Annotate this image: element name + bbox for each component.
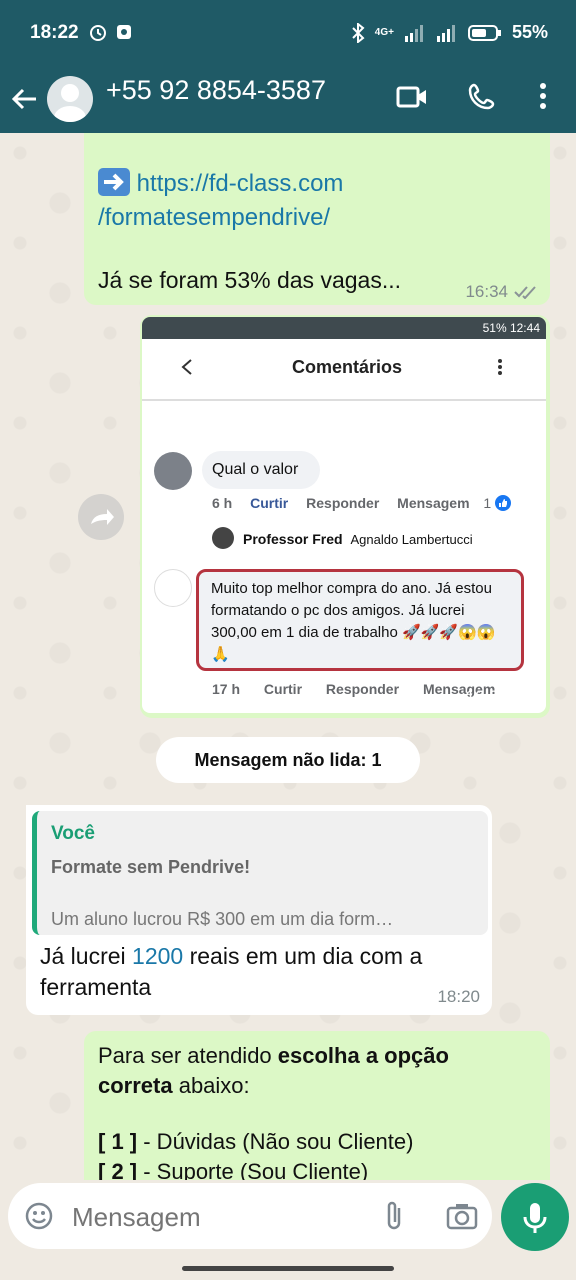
status-bar: 18:22 4G+ 55% [0,0,576,65]
image-meta: 16:34 [465,687,538,707]
forward-button[interactable] [78,494,124,540]
mic-icon [523,1203,547,1233]
right-arrow-emoji-icon [98,168,130,196]
option-number: [ 2 ] [98,1159,138,1180]
bluetooth-icon [352,22,365,43]
comment2-like: Curtir [263,681,303,697]
app-notification-icon [117,25,131,39]
text-part: Já lucrei [40,943,133,969]
comment-text: Qual o valor [212,461,299,478]
signal-icon [404,24,423,42]
message-text: Já se foram 53% das vagas... [98,267,401,293]
menu-intro-end: abaixo: [172,1073,250,1098]
signal-icon-2 [436,24,455,42]
quote-author: Você [51,823,96,844]
gesture-nav-bar[interactable] [182,1266,394,1271]
like-reaction-icon [495,495,512,511]
reply-author: Professor Fred [243,531,343,547]
chat-header: +55 92 8854-3587 [0,65,576,133]
option-text: - Suporte (Sou Cliente) [137,1159,369,1180]
comment-like: Curtir [250,495,289,511]
forward-icon [91,509,114,525]
video-call-icon[interactable] [396,85,428,109]
screenshot-status-right: 51% 12:44 [482,321,540,335]
link-line-2[interactable]: /formatesempendrive/ [98,204,330,231]
attach-icon[interactable] [383,1199,405,1233]
voice-call-icon[interactable] [468,82,496,110]
message-bubble-outgoing[interactable]: Para ser atendido escolha a opção corret… [84,1031,550,1180]
screenshot-appbar: Comentários [142,339,546,401]
network-type: 4G+ [374,27,394,38]
comment-age: 6 h [212,495,233,511]
status-time: 18:22 [30,22,79,43]
comment2-text: Muito top melhor compra do ano. Já estou… [211,580,496,663]
default-avatar-icon [54,84,86,122]
image-screenshot[interactable]: 51% 12:44 Comentários Qual o valor 6 h C… [142,317,546,713]
message-time: 16:34 [465,282,508,301]
menu-option-1: [ 1 ] - Dúvidas (Não sou Cliente) [98,1129,413,1155]
quote-preview: Um aluno lucrou R$ 300 em um dia form… [51,909,394,929]
message-input[interactable] [70,1197,374,1237]
message-meta: 16:34 [465,282,538,302]
comment2-actions: 17 h Curtir Responder Mensagem [212,681,495,697]
screenshot-status-bar: 51% 12:44 [142,317,546,339]
reply-header: Professor Fred Agnaldo Lambertucci [243,531,473,547]
message-time: 18:20 [437,987,480,1006]
quoted-message[interactable]: Você Formate sem Pendrive! Um aluno lucr… [32,811,488,935]
comment2-age: 17 h [212,681,241,697]
message-input-bar [8,1183,492,1249]
comment2-reply: Responder [325,681,400,697]
battery-level: 55% [511,22,548,42]
menu-intro: Para ser atendido [98,1043,278,1068]
alarm-icon [90,25,106,41]
reply-avatar [212,527,234,549]
chat-area[interactable]: https://fd-class.com /formatesempendrive… [0,133,576,1180]
read-checkmarks-icon [514,286,536,299]
message-bubble-incoming[interactable]: Você Formate sem Pendrive! Um aluno lucr… [26,805,492,1015]
image-time: 16:34 [465,687,508,706]
more-options-icon[interactable] [539,82,547,110]
option-number: [ 1 ] [98,1129,138,1154]
unread-divider: Mensagem não lida: 1 [156,737,420,783]
option-text: - Dúvidas (Não sou Cliente) [137,1129,414,1154]
comment-bubble: Qual o valor [202,451,320,489]
mic-button[interactable] [501,1183,569,1251]
read-checkmarks-icon [514,691,536,704]
reply-subtitle: Agnaldo Lambertucci [350,532,473,547]
comment-actions: 6 h Curtir Responder Mensagem 1 [212,495,512,511]
link-line-1[interactable]: https://fd-class.com [137,170,344,197]
message-bubble-outgoing[interactable]: https://fd-class.com /formatesempendrive… [84,133,550,305]
comment2-avatar [154,569,192,607]
menu-option-2: [ 2 ] - Suporte (Sou Cliente) [98,1159,368,1180]
screenshot-more-icon [498,359,502,375]
menu-text: Para ser atendido escolha a opção corret… [98,1041,528,1101]
back-arrow-icon[interactable] [10,85,38,113]
comment-message: Mensagem [397,495,470,511]
message-text: Já lucrei 1200 reais em um dia com a fer… [40,941,480,1003]
comment-reply: Responder [306,495,380,511]
contact-name[interactable]: +55 92 8854-3587 [106,75,326,106]
emoji-icon[interactable] [24,1201,54,1231]
screenshot-title: Comentários [292,357,403,377]
quote-title: Formate sem Pendrive! [51,857,251,877]
comment2-bubble: Muito top melhor compra do ano. Já estou… [196,569,524,671]
battery-icon [467,24,501,41]
link-text[interactable]: https://fd-class.com /formatesempendrive… [98,167,343,235]
comment-avatar [154,452,192,490]
camera-icon[interactable] [446,1202,478,1230]
comment-reactions: 1 [483,495,492,511]
contact-avatar[interactable] [47,76,93,122]
screenshot-back-icon [181,359,192,375]
number-link[interactable]: 1200 [132,943,183,969]
